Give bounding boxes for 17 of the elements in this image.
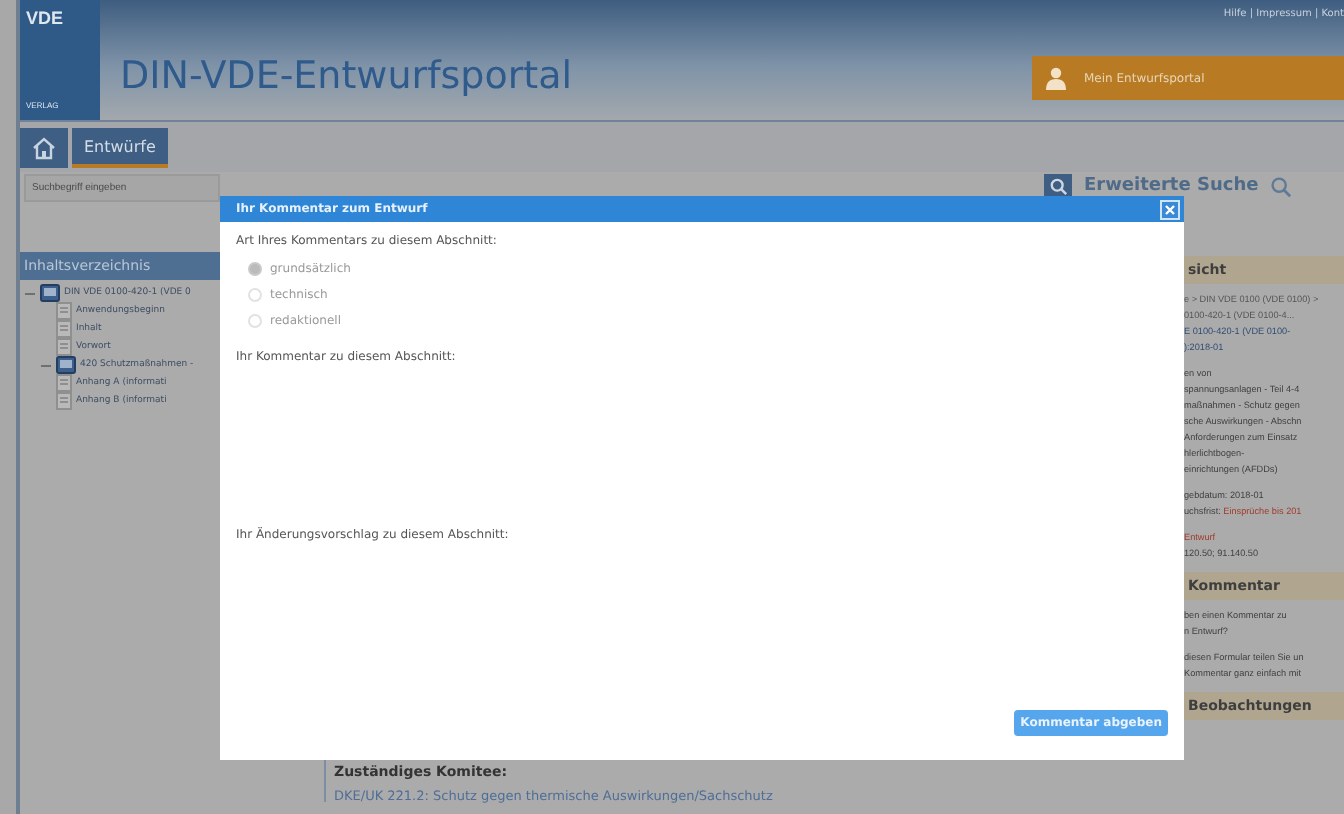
search-icon[interactable] bbox=[1270, 175, 1293, 197]
collapse-icon[interactable] bbox=[40, 359, 52, 371]
radio-button[interactable] bbox=[248, 288, 262, 302]
advanced-search-link[interactable]: Erweiterte Suche bbox=[1084, 176, 1259, 196]
logo-text: VDE bbox=[26, 8, 66, 28]
site-title: DIN-VDE-Entwurfsportal bbox=[120, 54, 573, 98]
close-icon[interactable] bbox=[1160, 199, 1180, 219]
collapse-icon[interactable] bbox=[24, 287, 36, 299]
radio-button[interactable] bbox=[248, 314, 262, 328]
book-icon bbox=[56, 356, 76, 374]
home-tab[interactable] bbox=[20, 128, 68, 168]
book-icon bbox=[40, 284, 60, 302]
radio-button[interactable] bbox=[248, 262, 262, 276]
search-button[interactable] bbox=[1044, 174, 1072, 198]
user-icon bbox=[1044, 66, 1068, 90]
home-icon bbox=[32, 136, 56, 160]
nav-tab[interactable]: Entwürfe bbox=[72, 128, 168, 168]
